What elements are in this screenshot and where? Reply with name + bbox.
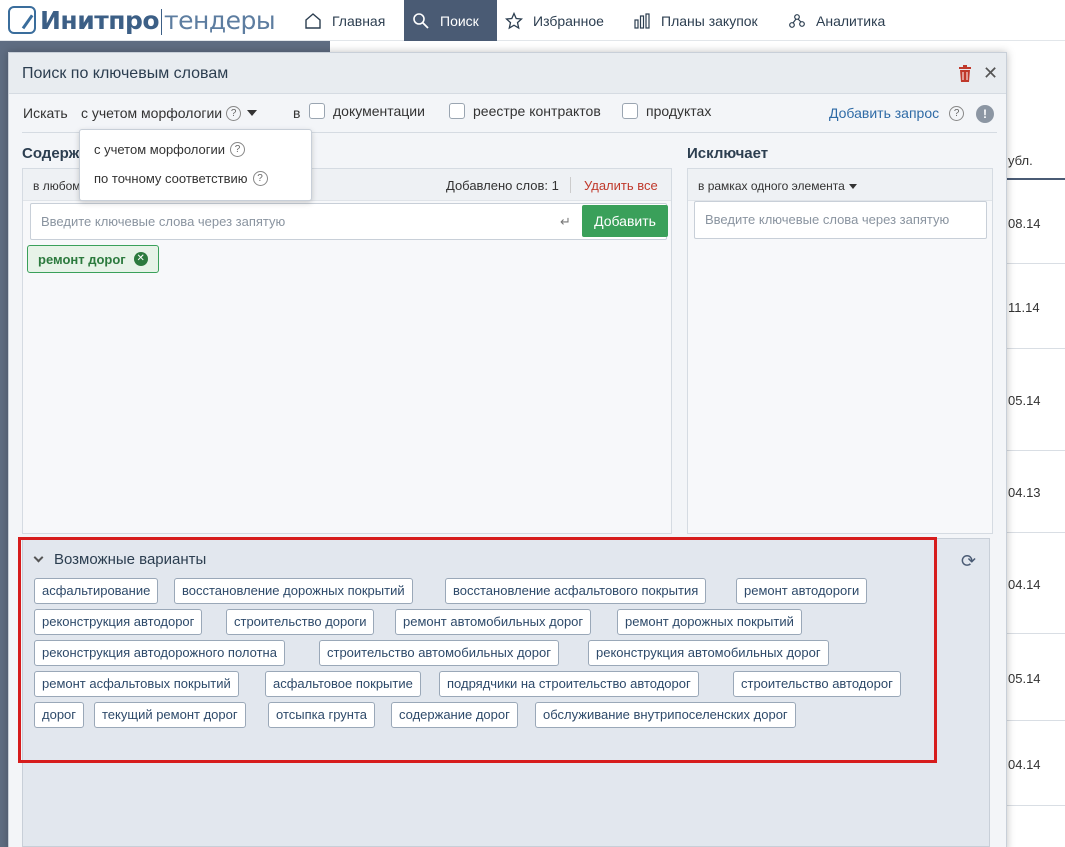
background-date: 08.14 (1008, 216, 1041, 231)
nav-item-analytics[interactable]: Аналитика (788, 0, 885, 41)
nav-item-favorites[interactable]: Избранное (505, 0, 604, 41)
dropdown-option-exact[interactable]: по точному соответствию ? (94, 171, 268, 186)
caret-down-icon (848, 183, 857, 189)
keyword-tag: ремонт дорог ✕ (27, 245, 159, 273)
remove-tag-icon[interactable]: ✕ (133, 252, 148, 266)
star-icon (505, 11, 523, 29)
excludes-panel: в рамках одного элемента Введите ключевы… (687, 168, 993, 534)
top-nav: Инитпро тендеры Главная Поиск Избранное П… (0, 0, 1065, 41)
keyword-tag-label: ремонт дорог (38, 251, 126, 267)
nav-item-label: Главная (332, 12, 386, 29)
checkbox-box[interactable] (309, 103, 325, 119)
background-column-header: убл. (1008, 153, 1033, 168)
checkbox-products[interactable]: продуктах (622, 103, 711, 119)
divider (1000, 348, 1065, 349)
dropdown-option-label: по точному соответствию (94, 171, 248, 186)
word-count: Добавлено слов: 1 (446, 178, 559, 193)
nav-item-home[interactable]: Главная (296, 0, 404, 41)
help-icon[interactable]: ? (949, 105, 965, 121)
contains-keyword-input[interactable]: Введите ключевые слова через запятую ↵ Д… (30, 203, 668, 240)
in-label: в (293, 105, 301, 121)
add-button[interactable]: Добавить (582, 205, 668, 237)
excludes-keyword-input[interactable]: Введите ключевые слова через запятую (694, 201, 987, 239)
enter-icon: ↵ (560, 214, 571, 229)
divider (1000, 633, 1065, 634)
divider (1000, 720, 1065, 721)
nav-item-label: Поиск (440, 12, 479, 29)
background-date: 05.14 (1008, 671, 1041, 686)
background-date: 04.14 (1008, 577, 1041, 592)
modal-title: Поиск по ключевым словам (22, 65, 229, 82)
nav-item-label: Аналитика (816, 12, 886, 29)
excludes-toolbar: в рамках одного элемента (688, 169, 992, 201)
dropdown-option-label: с учетом морфологии (94, 142, 226, 157)
divider (1000, 805, 1065, 806)
checkbox-documentation[interactable]: документации (309, 103, 425, 119)
morphology-select[interactable]: с учетом морфологии ? (81, 105, 258, 121)
logo-text-light: тендеры (164, 5, 276, 35)
excludes-title: Исключает (687, 145, 769, 162)
morphology-select-value: с учетом морфологии (81, 105, 223, 121)
help-icon[interactable]: ? (252, 171, 268, 186)
divider (1000, 178, 1065, 180)
contains-scope-select[interactable]: в любом (33, 179, 81, 193)
divider (570, 177, 571, 193)
info-icon[interactable]: ! (976, 105, 994, 123)
nav-item-label: Избранное (533, 12, 604, 29)
background-date: 11.14 (1008, 300, 1040, 315)
bar-chart-icon (634, 12, 650, 29)
highlight-frame (18, 537, 937, 763)
nav-item-search[interactable]: Поиск (404, 0, 497, 41)
background-date: 04.14 (1008, 757, 1041, 772)
caret-down-icon (247, 110, 258, 116)
logo[interactable]: Инитпро тендеры (8, 4, 276, 36)
checkbox-label: реестре контрактов (473, 103, 601, 119)
home-icon (305, 12, 321, 29)
checkbox-box[interactable] (622, 103, 638, 119)
search-options-row: Искать с учетом морфологии ? в документа… (9, 95, 1006, 133)
help-icon[interactable]: ? (226, 105, 242, 121)
analytics-icon (789, 13, 805, 28)
input-placeholder: Введите ключевые слова через запятую (41, 214, 286, 229)
add-query-link[interactable]: Добавить запрос ? (829, 105, 965, 121)
divider (1000, 450, 1065, 451)
logo-text-bold: Инитпро (40, 5, 160, 35)
divider (1000, 263, 1065, 264)
contains-panel: в любом Добавлено слов: 1 Удалить все Вв… (22, 168, 672, 534)
add-query-label: Добавить запрос (829, 105, 940, 121)
contains-title: Содерж (22, 145, 80, 162)
nav-item-label: Планы закупок (661, 12, 758, 29)
input-placeholder: Введите ключевые слова через запятую (705, 212, 950, 227)
checkbox-label: документации (333, 103, 425, 119)
excludes-scope-select[interactable]: в рамках одного элемента (698, 179, 857, 193)
divider (1000, 532, 1065, 533)
checkbox-label: продуктах (646, 103, 712, 119)
help-icon[interactable]: ? (230, 142, 246, 157)
modal-header: Поиск по ключевым словам ✕ (9, 53, 1006, 94)
search-icon (413, 12, 429, 29)
dropdown-option-morphology[interactable]: с учетом морфологии ? (94, 142, 246, 157)
morphology-dropdown: с учетом морфологии ? по точному соответ… (79, 129, 312, 201)
delete-all-link[interactable]: Удалить все (584, 178, 658, 193)
checkbox-box[interactable] (449, 103, 465, 119)
background-date: 05.14 (1008, 393, 1041, 408)
refresh-icon[interactable]: ⟳ (961, 551, 976, 572)
close-icon[interactable]: ✕ (983, 64, 998, 82)
trash-icon[interactable] (958, 65, 972, 82)
background-date: 04.13 (1008, 485, 1041, 500)
search-label: Искать (23, 105, 68, 121)
checkbox-contracts-registry[interactable]: реестре контрактов (449, 103, 601, 119)
logo-icon (8, 6, 36, 34)
excludes-scope-label: в рамках одного элемента (698, 179, 845, 193)
nav-item-plans[interactable]: Планы закупок (633, 0, 758, 41)
